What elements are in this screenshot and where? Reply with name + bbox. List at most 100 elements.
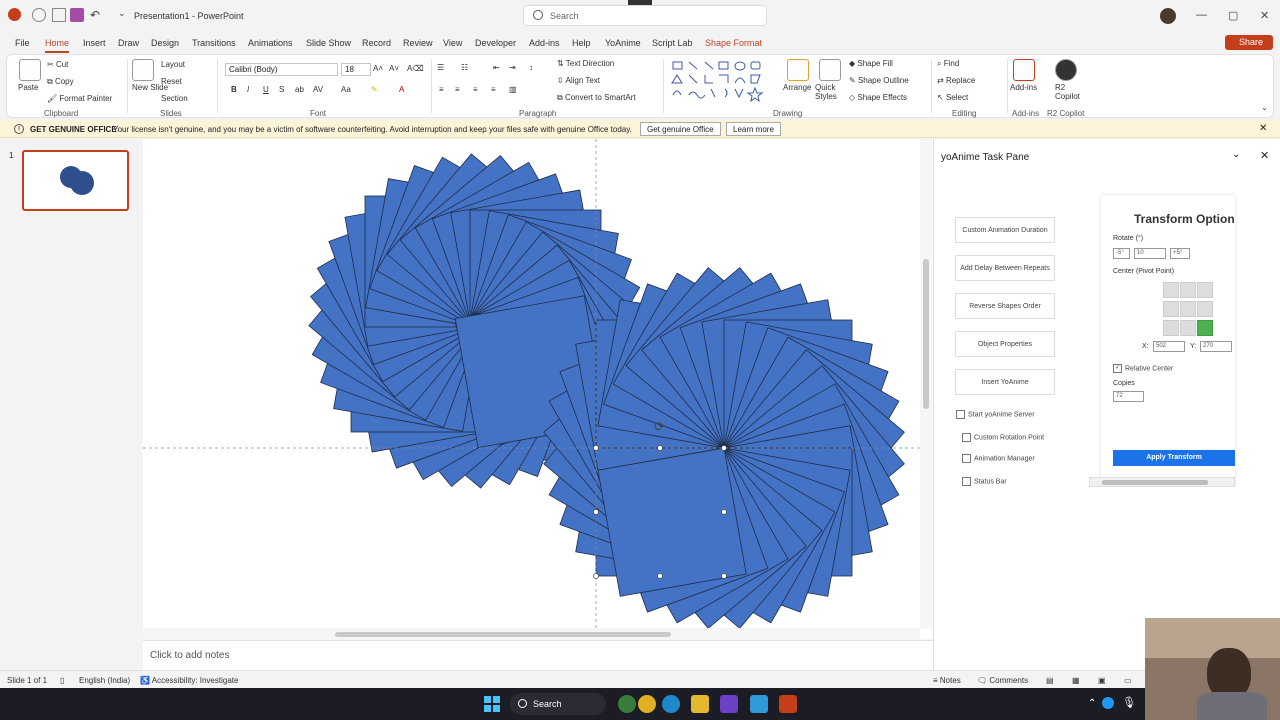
checkbox-box[interactable] (962, 433, 971, 442)
bullets-icon[interactable]: ☰ (437, 63, 444, 72)
tab-slide-show[interactable]: Slide Show (306, 38, 351, 48)
start-server-checkbox[interactable]: Start yoAnime Server (956, 410, 1035, 419)
windows-start-icon[interactable] (484, 696, 500, 712)
shape-outline-button[interactable]: ✎ Shape Outline (849, 76, 909, 85)
add-ins-button[interactable]: Add-ins (1010, 83, 1037, 92)
tab-review[interactable]: Review (403, 38, 433, 48)
paste-button[interactable]: Paste (18, 83, 38, 92)
search-input[interactable]: Search (523, 5, 767, 26)
format-painter-button[interactable]: 🖌 Format Painter (47, 94, 112, 103)
italic-icon[interactable]: I (247, 85, 249, 94)
align-right-icon[interactable]: ≡ (473, 85, 478, 94)
add-ins-icon[interactable] (1013, 59, 1035, 81)
close-icon[interactable]: ✕ (1260, 9, 1269, 22)
tab-yoanime[interactable]: YoAnime (605, 38, 641, 48)
rotate-step-input[interactable]: 10 (1134, 248, 1166, 259)
tab-developer[interactable]: Developer (475, 38, 516, 48)
close-pane-icon[interactable]: ✕ (1260, 149, 1269, 162)
slide-thumbnail[interactable] (22, 150, 129, 211)
checkbox-box[interactable] (962, 477, 971, 486)
slide-canvas[interactable]: ⟳ (143, 139, 933, 639)
arrange-button[interactable]: Arrange (783, 83, 811, 92)
present-icon[interactable] (52, 8, 66, 22)
microphone-icon[interactable]: 🎙 (1122, 696, 1136, 709)
taskbar-search[interactable]: Search (510, 693, 606, 715)
close-warning-icon[interactable]: ✕ (1259, 123, 1267, 134)
shape-effects-button[interactable]: ◇ Shape Effects (849, 93, 907, 102)
powerpoint-taskbar-icon[interactable] (779, 695, 797, 713)
accessibility-status[interactable]: ♿ Accessibility: Investigate (140, 676, 238, 685)
highlight-icon[interactable]: ✎ (371, 85, 378, 94)
tab-design[interactable]: Design (151, 38, 179, 48)
app-icon[interactable] (638, 695, 656, 713)
font-name-select[interactable]: Calibri (Body) (225, 63, 338, 76)
file-explorer-icon[interactable] (691, 695, 709, 713)
copy-button[interactable]: ⧉ Copy (47, 77, 74, 87)
pivot-cell[interactable] (1197, 301, 1213, 317)
copilot-button[interactable]: R2 Copilot (1055, 83, 1081, 101)
horizontal-scrollbar[interactable] (143, 628, 920, 640)
paste-icon[interactable] (19, 59, 41, 81)
select-button[interactable]: ↖ Select (937, 93, 968, 102)
resize-handle[interactable] (721, 509, 727, 515)
tray-app-icon[interactable] (1102, 697, 1114, 709)
pivot-x-input[interactable]: 502 (1153, 341, 1185, 352)
tab-shape-format[interactable]: Shape Format (705, 38, 762, 48)
tab-script-lab[interactable]: Script Lab (652, 38, 693, 48)
maximize-icon[interactable]: ▢ (1228, 9, 1238, 22)
get-genuine-button[interactable]: Get genuine Office (640, 122, 721, 136)
copilot-icon[interactable] (1055, 59, 1077, 81)
add-delay-button[interactable]: Add Delay Between Repeats (955, 255, 1055, 281)
tab-file[interactable]: File (15, 38, 30, 48)
resize-handle[interactable] (593, 509, 599, 515)
minimize-icon[interactable]: — (1196, 9, 1207, 21)
line-spacing-icon[interactable]: ↕ (529, 63, 533, 72)
pivot-cell[interactable] (1197, 282, 1213, 298)
language-indicator[interactable]: English (India) (79, 676, 130, 685)
shape-artwork[interactable]: ⟳ (143, 139, 933, 639)
resize-handle[interactable] (657, 445, 663, 451)
layout-button[interactable]: Layout (161, 60, 185, 69)
comments-toggle[interactable]: 🗨 Comments (977, 676, 1028, 685)
app-icon[interactable] (750, 695, 768, 713)
rotate-handle-icon[interactable]: ⟳ (654, 420, 665, 435)
tab-view[interactable]: View (443, 38, 462, 48)
scroll-thumb[interactable] (335, 632, 671, 637)
share-button[interactable]: Share (1225, 35, 1273, 50)
tab-add-ins[interactable]: Add-ins (529, 38, 560, 48)
shapes-gallery[interactable] (667, 59, 779, 105)
normal-view-icon[interactable]: ▤ (1046, 676, 1054, 685)
checkbox-box[interactable] (956, 410, 965, 419)
tab-draw[interactable]: Draw (118, 38, 139, 48)
strikethrough-icon[interactable]: S (279, 85, 284, 94)
notes-toggle[interactable]: ≡ Notes (933, 676, 961, 685)
insert-yoanime-button[interactable]: Insert YoAnime (955, 369, 1055, 395)
text-direction-button[interactable]: ⇅ Text Direction (557, 59, 614, 68)
quick-styles-button[interactable]: Quick Styles (815, 83, 845, 101)
pivot-y-input[interactable]: 270 (1200, 341, 1232, 352)
collapse-ribbon-icon[interactable]: ⌄ (1261, 103, 1268, 112)
autosave-icon[interactable] (32, 8, 46, 22)
resize-handle[interactable] (721, 445, 727, 451)
pivot-cell[interactable] (1163, 282, 1179, 298)
pivot-cell[interactable] (1163, 301, 1179, 317)
font-color-icon[interactable]: A (399, 85, 404, 94)
shape-fill-button[interactable]: ◆ Shape Fill (849, 59, 893, 68)
find-button[interactable]: ⌕ Find (937, 59, 959, 69)
slideshow-icon[interactable]: ▭ (1124, 676, 1132, 685)
resize-handle[interactable] (593, 573, 599, 579)
animation-manager-checkbox[interactable]: Animation Manager (962, 454, 1035, 463)
slide-sorter-icon[interactable]: ▦ (1072, 676, 1080, 685)
decrease-indent-icon[interactable]: ⇤ (493, 63, 500, 72)
arrange-icon[interactable] (787, 59, 809, 81)
quick-styles-icon[interactable] (819, 59, 841, 81)
pivot-cell[interactable] (1180, 301, 1196, 317)
rotate-plus-button[interactable]: +5° (1170, 248, 1190, 259)
rotate-minus-button[interactable]: -5° (1113, 248, 1130, 259)
align-left-icon[interactable]: ≡ (439, 85, 444, 94)
resize-handle[interactable] (593, 445, 599, 451)
tab-home[interactable]: Home (45, 38, 70, 53)
section-button[interactable]: Section (161, 94, 188, 103)
copies-input[interactable]: 72 (1113, 391, 1144, 402)
edge-icon[interactable] (662, 695, 680, 713)
